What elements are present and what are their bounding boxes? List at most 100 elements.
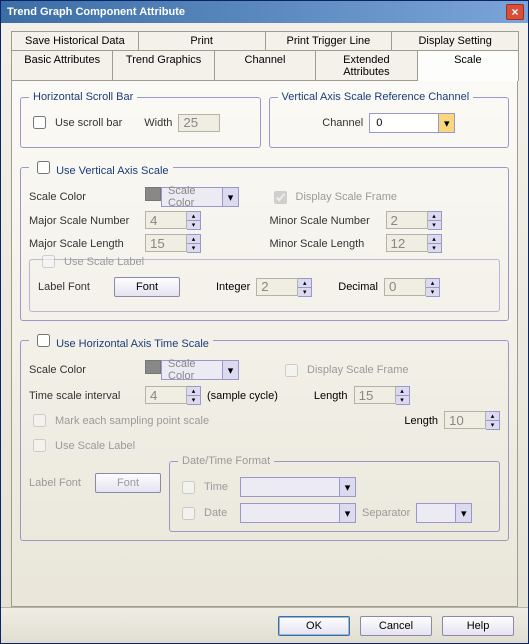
combo-separator-value [416, 503, 456, 523]
spinner-minor-num[interactable]: ▴▾ [428, 211, 442, 230]
label-major-num: Major Scale Number [29, 215, 139, 227]
chevron-up-icon[interactable]: ▴ [426, 279, 439, 288]
spinner-integer[interactable]: ▴▾ [298, 278, 312, 297]
spinner-time-interval[interactable]: ▴▾ [187, 386, 201, 405]
chevron-down-icon[interactable]: ▾ [439, 113, 455, 133]
chevron-up-icon[interactable]: ▴ [187, 212, 200, 221]
spinner-major-num[interactable]: ▴▾ [187, 211, 201, 230]
combo-date-format: ▾ [240, 503, 356, 523]
combo-vaxis-scale-color[interactable]: Scale Color ▾ [145, 187, 239, 207]
tab-scale[interactable]: Scale [417, 50, 519, 81]
chevron-down-icon[interactable]: ▾ [223, 360, 239, 380]
legend-dt-format: Date/Time Format [178, 455, 274, 467]
chevron-up-icon[interactable]: ▴ [486, 412, 499, 421]
tab-display-setting[interactable]: Display Setting [391, 31, 519, 50]
chevron-up-icon[interactable]: ▴ [396, 387, 409, 396]
tab-print[interactable]: Print [138, 31, 266, 50]
label-major-len: Major Scale Length [29, 238, 139, 250]
checkbox-time [182, 481, 195, 494]
tab-extended-attributes[interactable]: Extended Attributes [315, 50, 417, 81]
chevron-up-icon[interactable]: ▴ [428, 212, 441, 221]
tab-print-trigger[interactable]: Print Trigger Line [265, 31, 393, 50]
input-scrollbar-width [178, 114, 220, 132]
input-integer [256, 278, 298, 296]
input-time-interval [145, 386, 187, 404]
label-integer: Integer [216, 281, 250, 293]
chevron-down-icon[interactable]: ▾ [223, 187, 239, 207]
label-decimal: Decimal [338, 281, 378, 293]
spinner-decimal[interactable]: ▴▾ [426, 278, 440, 297]
tab-save-historical[interactable]: Save Historical Data [11, 31, 139, 50]
chevron-down-icon[interactable]: ▾ [187, 396, 200, 404]
tab-trend-graphics[interactable]: Trend Graphics [112, 50, 214, 81]
checkbox-haxis-display-frame [285, 364, 298, 377]
group-horizontal-axis-time-scale: Use Horizontal Axis Time Scale Scale Col… [20, 331, 509, 541]
checkbox-use-vaxis-scale[interactable] [37, 161, 50, 174]
help-button[interactable]: Help [442, 616, 514, 636]
window-title: Trend Graph Component Attribute [7, 6, 506, 18]
close-icon[interactable]: × [506, 4, 524, 20]
ok-button[interactable]: OK [278, 616, 350, 636]
input-major-num [145, 211, 187, 229]
group-vertical-axis-scale: Use Vertical Axis Scale Scale Color Scal… [20, 158, 509, 321]
chevron-down-icon[interactable]: ▾ [187, 221, 200, 229]
chevron-down-icon: ▾ [340, 477, 356, 497]
combo-time-format: ▾ [240, 477, 356, 497]
tab-strip: Save Historical Data Print Print Trigger… [11, 31, 518, 81]
tab-basic-attributes[interactable]: Basic Attributes [11, 50, 113, 81]
button-vaxis-font[interactable]: Font [114, 277, 180, 297]
label-width: Width [144, 117, 172, 129]
footer: OK Cancel Help [1, 607, 528, 643]
input-minor-num [386, 211, 428, 229]
tab-channel[interactable]: Channel [214, 50, 316, 81]
label-separator: Separator [362, 507, 410, 519]
chevron-down-icon[interactable]: ▾ [298, 288, 311, 296]
legend-vaxis-channel: Vertical Axis Scale Reference Channel [278, 91, 474, 103]
spinner-major-len[interactable]: ▴▾ [187, 234, 201, 253]
label-minor-num: Minor Scale Number [270, 215, 380, 227]
label-vaxis-display-frame: Display Scale Frame [296, 191, 397, 203]
legend-hscroll: Horizontal Scroll Bar [29, 91, 137, 103]
label-vaxis-use-scale-label: Use Scale Label [64, 256, 144, 268]
combo-haxis-scale-color[interactable]: Scale Color ▾ [145, 360, 239, 380]
input-length-b [444, 411, 486, 429]
chevron-down-icon[interactable]: ▾ [428, 221, 441, 229]
chevron-down-icon[interactable]: ▾ [396, 396, 409, 404]
combo-channel-value: 0 [369, 113, 439, 133]
spinner-length-a[interactable]: ▴▾ [396, 386, 410, 405]
chevron-down-icon[interactable]: ▾ [187, 244, 200, 252]
checkbox-vaxis-use-scale-label [42, 255, 55, 268]
label-haxis-label-font: Label Font [29, 477, 89, 489]
checkbox-date [182, 507, 195, 520]
window: Trend Graph Component Attribute × Save H… [0, 0, 529, 644]
checkbox-haxis-use-scale-label [33, 439, 46, 452]
cancel-button[interactable]: Cancel [360, 616, 432, 636]
checkbox-use-haxis-scale[interactable] [37, 334, 50, 347]
label-time-interval: Time scale interval [29, 390, 139, 402]
combo-channel[interactable]: 0 ▾ [369, 113, 455, 133]
input-decimal [384, 278, 426, 296]
label-minor-len: Minor Scale Length [270, 238, 380, 250]
group-datetime-format: Date/Time Format Time ▾ Date [169, 455, 500, 532]
group-vaxis-scale-label: Use Scale Label Label Font Font Integer … [29, 259, 500, 312]
label-use-vaxis: Use Vertical Axis Scale [56, 165, 169, 177]
checkbox-use-scrollbar[interactable] [33, 116, 46, 129]
color-swatch-icon [145, 187, 161, 201]
combo-vaxis-color-value: Scale Color [161, 187, 223, 207]
chevron-down-icon[interactable]: ▾ [486, 421, 499, 429]
label-haxis-scale-color: Scale Color [29, 364, 139, 376]
chevron-down-icon[interactable]: ▾ [426, 288, 439, 296]
combo-date-value [240, 503, 340, 523]
checkbox-mark-each-point [33, 414, 46, 427]
chevron-up-icon[interactable]: ▴ [298, 279, 311, 288]
label-vaxis-label-font: Label Font [38, 281, 108, 293]
label-length-a: Length [314, 390, 348, 402]
button-haxis-font: Font [95, 473, 161, 493]
spinner-length-b[interactable]: ▴▾ [486, 411, 500, 430]
chevron-down-icon[interactable]: ▾ [428, 244, 441, 252]
chevron-up-icon[interactable]: ▴ [428, 235, 441, 244]
chevron-up-icon[interactable]: ▴ [187, 387, 200, 396]
label-use-scrollbar: Use scroll bar [55, 117, 122, 129]
spinner-minor-len[interactable]: ▴▾ [428, 234, 442, 253]
chevron-up-icon[interactable]: ▴ [187, 235, 200, 244]
